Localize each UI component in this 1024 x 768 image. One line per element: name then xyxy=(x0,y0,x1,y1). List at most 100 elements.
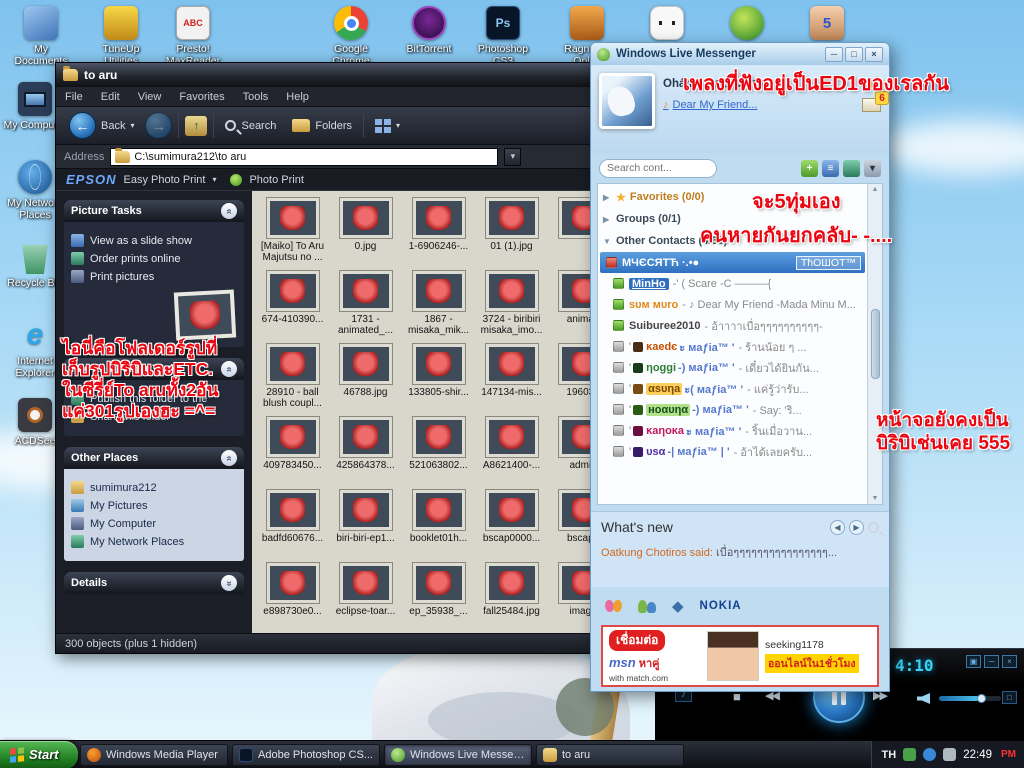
task-wmp[interactable]: Windows Media Player xyxy=(80,743,228,766)
collapse-chevron-icon[interactable]: » xyxy=(221,450,237,466)
file-item[interactable]: 147134-mis... xyxy=(475,341,548,414)
file-item[interactable]: booklet01h... xyxy=(402,487,475,560)
clock[interactable]: 22:49 xyxy=(963,749,992,761)
file-item[interactable]: 521063802... xyxy=(402,414,475,487)
file-item[interactable]: 46788.jpg xyxy=(329,341,402,414)
menu-edit[interactable]: Edit xyxy=(92,91,129,103)
contact-row[interactable]: ' αsυηa ะ( мaƒia™ ' - แค่รู้ว่ารับ... xyxy=(598,378,867,399)
search-news-icon[interactable] xyxy=(868,521,879,533)
back-dropdown-icon[interactable]: ▾ xyxy=(130,121,134,130)
menu-file[interactable]: File xyxy=(56,91,92,103)
contact-row[interactable]: Suiburee2010 - อ้าาาาเบื่อๆๆๆๆๆๆๆๆๆๆ- xyxy=(598,315,867,336)
address-dropdown-button[interactable]: ▾ xyxy=(504,147,522,166)
groups-icon[interactable] xyxy=(843,159,860,177)
minimize-button[interactable]: ─ xyxy=(825,46,843,62)
file-item[interactable]: A8621400-... xyxy=(475,414,548,487)
player-close-icon[interactable]: × xyxy=(1002,655,1017,668)
address-input[interactable] xyxy=(134,150,494,163)
file-item[interactable]: 0.jpg xyxy=(329,195,402,268)
scroll-up-icon[interactable]: ▲ xyxy=(872,186,879,193)
menu-tools[interactable]: Tools xyxy=(234,91,278,103)
file-item[interactable]: 674-410390... xyxy=(256,268,329,341)
desktop-icon-app2[interactable] xyxy=(714,6,780,43)
file-item[interactable]: e898730e0... xyxy=(256,560,329,633)
contact-search-input[interactable] xyxy=(607,162,709,174)
file-item[interactable]: biri-biri-ep1... xyxy=(329,487,402,560)
desktop-icon-app3[interactable]: 5 xyxy=(794,6,860,43)
contact-row-selected[interactable]: МЧЄСЯТЋ ·.•● ТћОШОТ™ xyxy=(600,252,865,273)
task-to-aru[interactable]: to aru xyxy=(536,743,684,766)
add-contact-icon[interactable]: + xyxy=(801,159,818,177)
file-item[interactable]: 133805-shir... xyxy=(402,341,475,414)
people-icon[interactable] xyxy=(638,599,656,613)
file-item[interactable]: eclipse-toar... xyxy=(329,560,402,633)
speaker-icon[interactable] xyxy=(917,693,930,704)
player-grid-icon[interactable]: ▣ xyxy=(966,655,981,668)
language-indicator[interactable]: TH xyxy=(882,749,897,761)
user-avatar[interactable] xyxy=(599,73,655,129)
next-news-button[interactable]: ▶ xyxy=(849,519,864,535)
file-item[interactable]: badfd60676... xyxy=(256,487,329,560)
scrollbar-thumb[interactable] xyxy=(870,309,880,379)
volume-slider[interactable] xyxy=(939,694,1001,703)
fullscreen-icon[interactable]: □ xyxy=(1002,691,1017,704)
maximize-button[interactable]: □ xyxy=(845,46,863,62)
menu-view[interactable]: View xyxy=(129,91,171,103)
search-button[interactable]: Search xyxy=(220,118,281,134)
task-photoshop[interactable]: Adobe Photoshop CS... xyxy=(232,743,380,766)
ad-banner[interactable]: เชื่อมต่อ msn หาคู่ with match.com seeki… xyxy=(601,625,879,687)
photo-print-button[interactable]: Photo Print xyxy=(249,174,303,186)
file-item[interactable]: 3724 - biribiri misaka_imo... xyxy=(475,268,548,341)
up-button[interactable]: ↑ xyxy=(185,115,208,136)
epson-dropdown-icon[interactable]: ▾ xyxy=(212,175,216,184)
file-item[interactable]: 1-6906246-... xyxy=(402,195,475,268)
task-messenger[interactable]: Windows Live Messen... xyxy=(384,743,532,766)
contact-row[interactable]: MinHo -' ( Scare -C ———{ xyxy=(598,273,867,294)
prev-news-button[interactable]: ◀ xyxy=(830,519,845,535)
file-item[interactable]: fall25484.jpg xyxy=(475,560,548,633)
place-my-pictures[interactable]: My Pictures xyxy=(71,499,237,512)
whats-new-text[interactable]: Oatkung Chotiros said: เบื่อๆๆๆๆๆๆๆๆๆๆๆๆ… xyxy=(601,543,879,561)
now-playing-link[interactable]: ♪ Dear My Friend... xyxy=(663,99,854,111)
layout-dropdown-icon[interactable]: ▾ xyxy=(864,159,881,177)
tray-shield-icon[interactable] xyxy=(903,748,917,761)
tray-messenger-icon[interactable] xyxy=(923,748,937,761)
volume-thumb[interactable] xyxy=(977,694,987,703)
place-sumimura212[interactable]: sumimura212 xyxy=(71,481,237,494)
desktop-icon-presto[interactable]: ABC Presto! MaxReader xyxy=(160,6,226,67)
menu-favorites[interactable]: Favorites xyxy=(170,91,233,103)
details-header[interactable]: Details » xyxy=(64,572,244,594)
views-button[interactable]: ▾ xyxy=(370,117,405,135)
place-my-network[interactable]: My Network Places xyxy=(71,535,237,548)
desktop-icon-photoshop[interactable]: Ps Photoshop CS3 xyxy=(470,6,536,67)
file-item[interactable]: 01 (1).jpg xyxy=(475,195,548,268)
picture-tasks-header[interactable]: Picture Tasks » xyxy=(64,200,244,222)
file-item[interactable]: 1867 - misaka_mik... xyxy=(402,268,475,341)
file-item[interactable]: 409783450... xyxy=(256,414,329,487)
close-button[interactable]: × xyxy=(865,46,883,62)
task-print-pictures[interactable]: Print pictures xyxy=(71,270,237,283)
expand-chevron-icon[interactable]: » xyxy=(221,575,237,591)
start-button[interactable]: Start xyxy=(0,740,78,768)
file-item[interactable]: bscap0000... xyxy=(475,487,548,560)
player-minimize-icon[interactable]: ─ xyxy=(984,655,999,668)
messenger-titlebar[interactable]: Windows Live Messenger ─ □ × xyxy=(591,43,889,65)
task-view-slideshow[interactable]: View as a slide show xyxy=(71,234,237,247)
contact-row[interactable]: ' ĸaηoĸa ะ мaƒia™ ' - ริ้นเมื่อวาน... xyxy=(598,420,867,441)
easy-photo-print-button[interactable]: Easy Photo Print xyxy=(124,174,206,186)
tray-volume-icon[interactable] xyxy=(943,748,957,761)
desktop-icon-bittorrent[interactable]: BitTorrent xyxy=(396,6,462,55)
task-order-prints[interactable]: Order prints online xyxy=(71,252,237,265)
forward-button[interactable]: → xyxy=(145,112,173,139)
menu-help[interactable]: Help xyxy=(277,91,318,103)
nokia-logo[interactable]: NOKIA xyxy=(700,600,742,612)
msn-butterfly-icon[interactable] xyxy=(605,599,622,614)
diamond-icon[interactable]: ◆ xyxy=(672,597,684,615)
other-places-header[interactable]: Other Places » xyxy=(64,447,244,469)
contact-row[interactable]: sυм мυro - ♪ Dear My Friend -Mada Minu M… xyxy=(598,294,867,315)
place-my-computer[interactable]: My Computer xyxy=(71,517,237,530)
back-button[interactable]: ← Back ▾ xyxy=(64,110,139,141)
scroll-down-icon[interactable]: ▼ xyxy=(872,495,879,502)
share-icon[interactable]: ≡ xyxy=(822,159,839,177)
folders-button[interactable]: Folders xyxy=(287,117,357,134)
